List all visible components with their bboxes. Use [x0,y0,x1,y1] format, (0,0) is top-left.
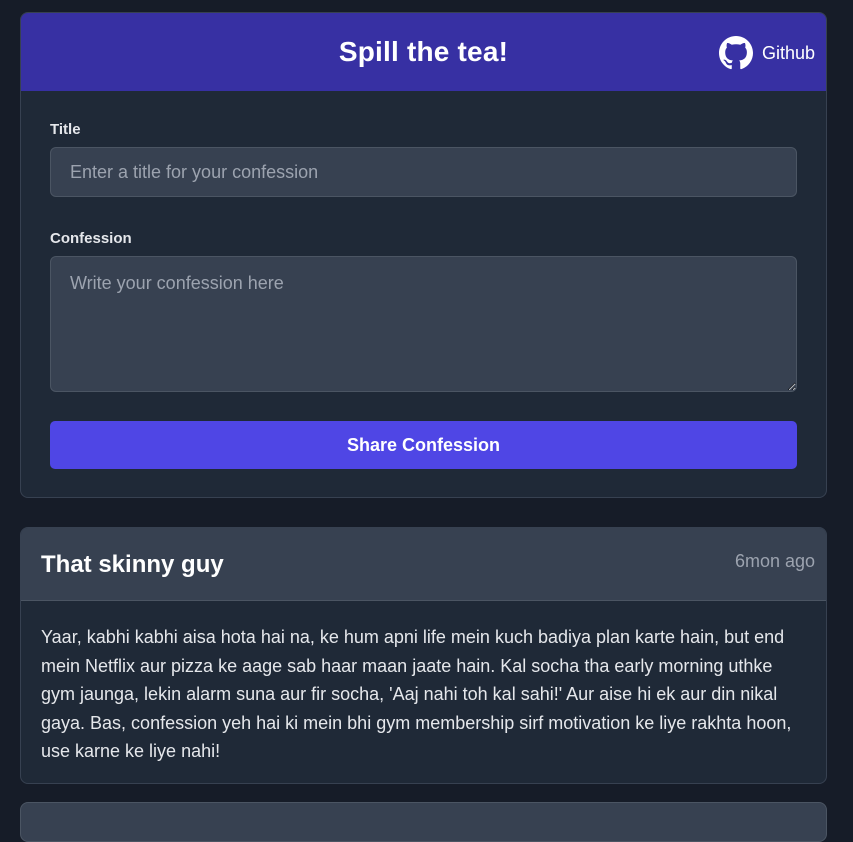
post-body: Yaar, kabhi kabhi aisa hota hai na, ke h… [41,627,792,761]
github-label: Github [761,42,815,63]
confession-form-card: Spill the tea! Github Title Confession S… [20,12,827,498]
github-link[interactable]: Github [718,36,815,70]
app-header: Spill the tea! Github [21,13,826,91]
share-confession-button[interactable]: Share Confession [50,421,797,469]
confession-textarea[interactable] [50,256,797,392]
title-input[interactable] [50,147,797,197]
confession-post-card: That skinny guy 6mon ago Yaar, kabhi kab… [20,527,827,784]
post-timestamp: 6mon ago [734,551,815,571]
github-icon [718,36,753,70]
confession-label: Confession [50,230,132,247]
post-title: That skinny guy [41,551,224,578]
post-header: That skinny guy 6mon ago [21,528,826,601]
title-label: Title [50,121,81,138]
page-title: Spill the tea! [338,36,509,67]
next-post-card [20,802,827,842]
form-body: Title Confession Share Confession [21,91,826,469]
